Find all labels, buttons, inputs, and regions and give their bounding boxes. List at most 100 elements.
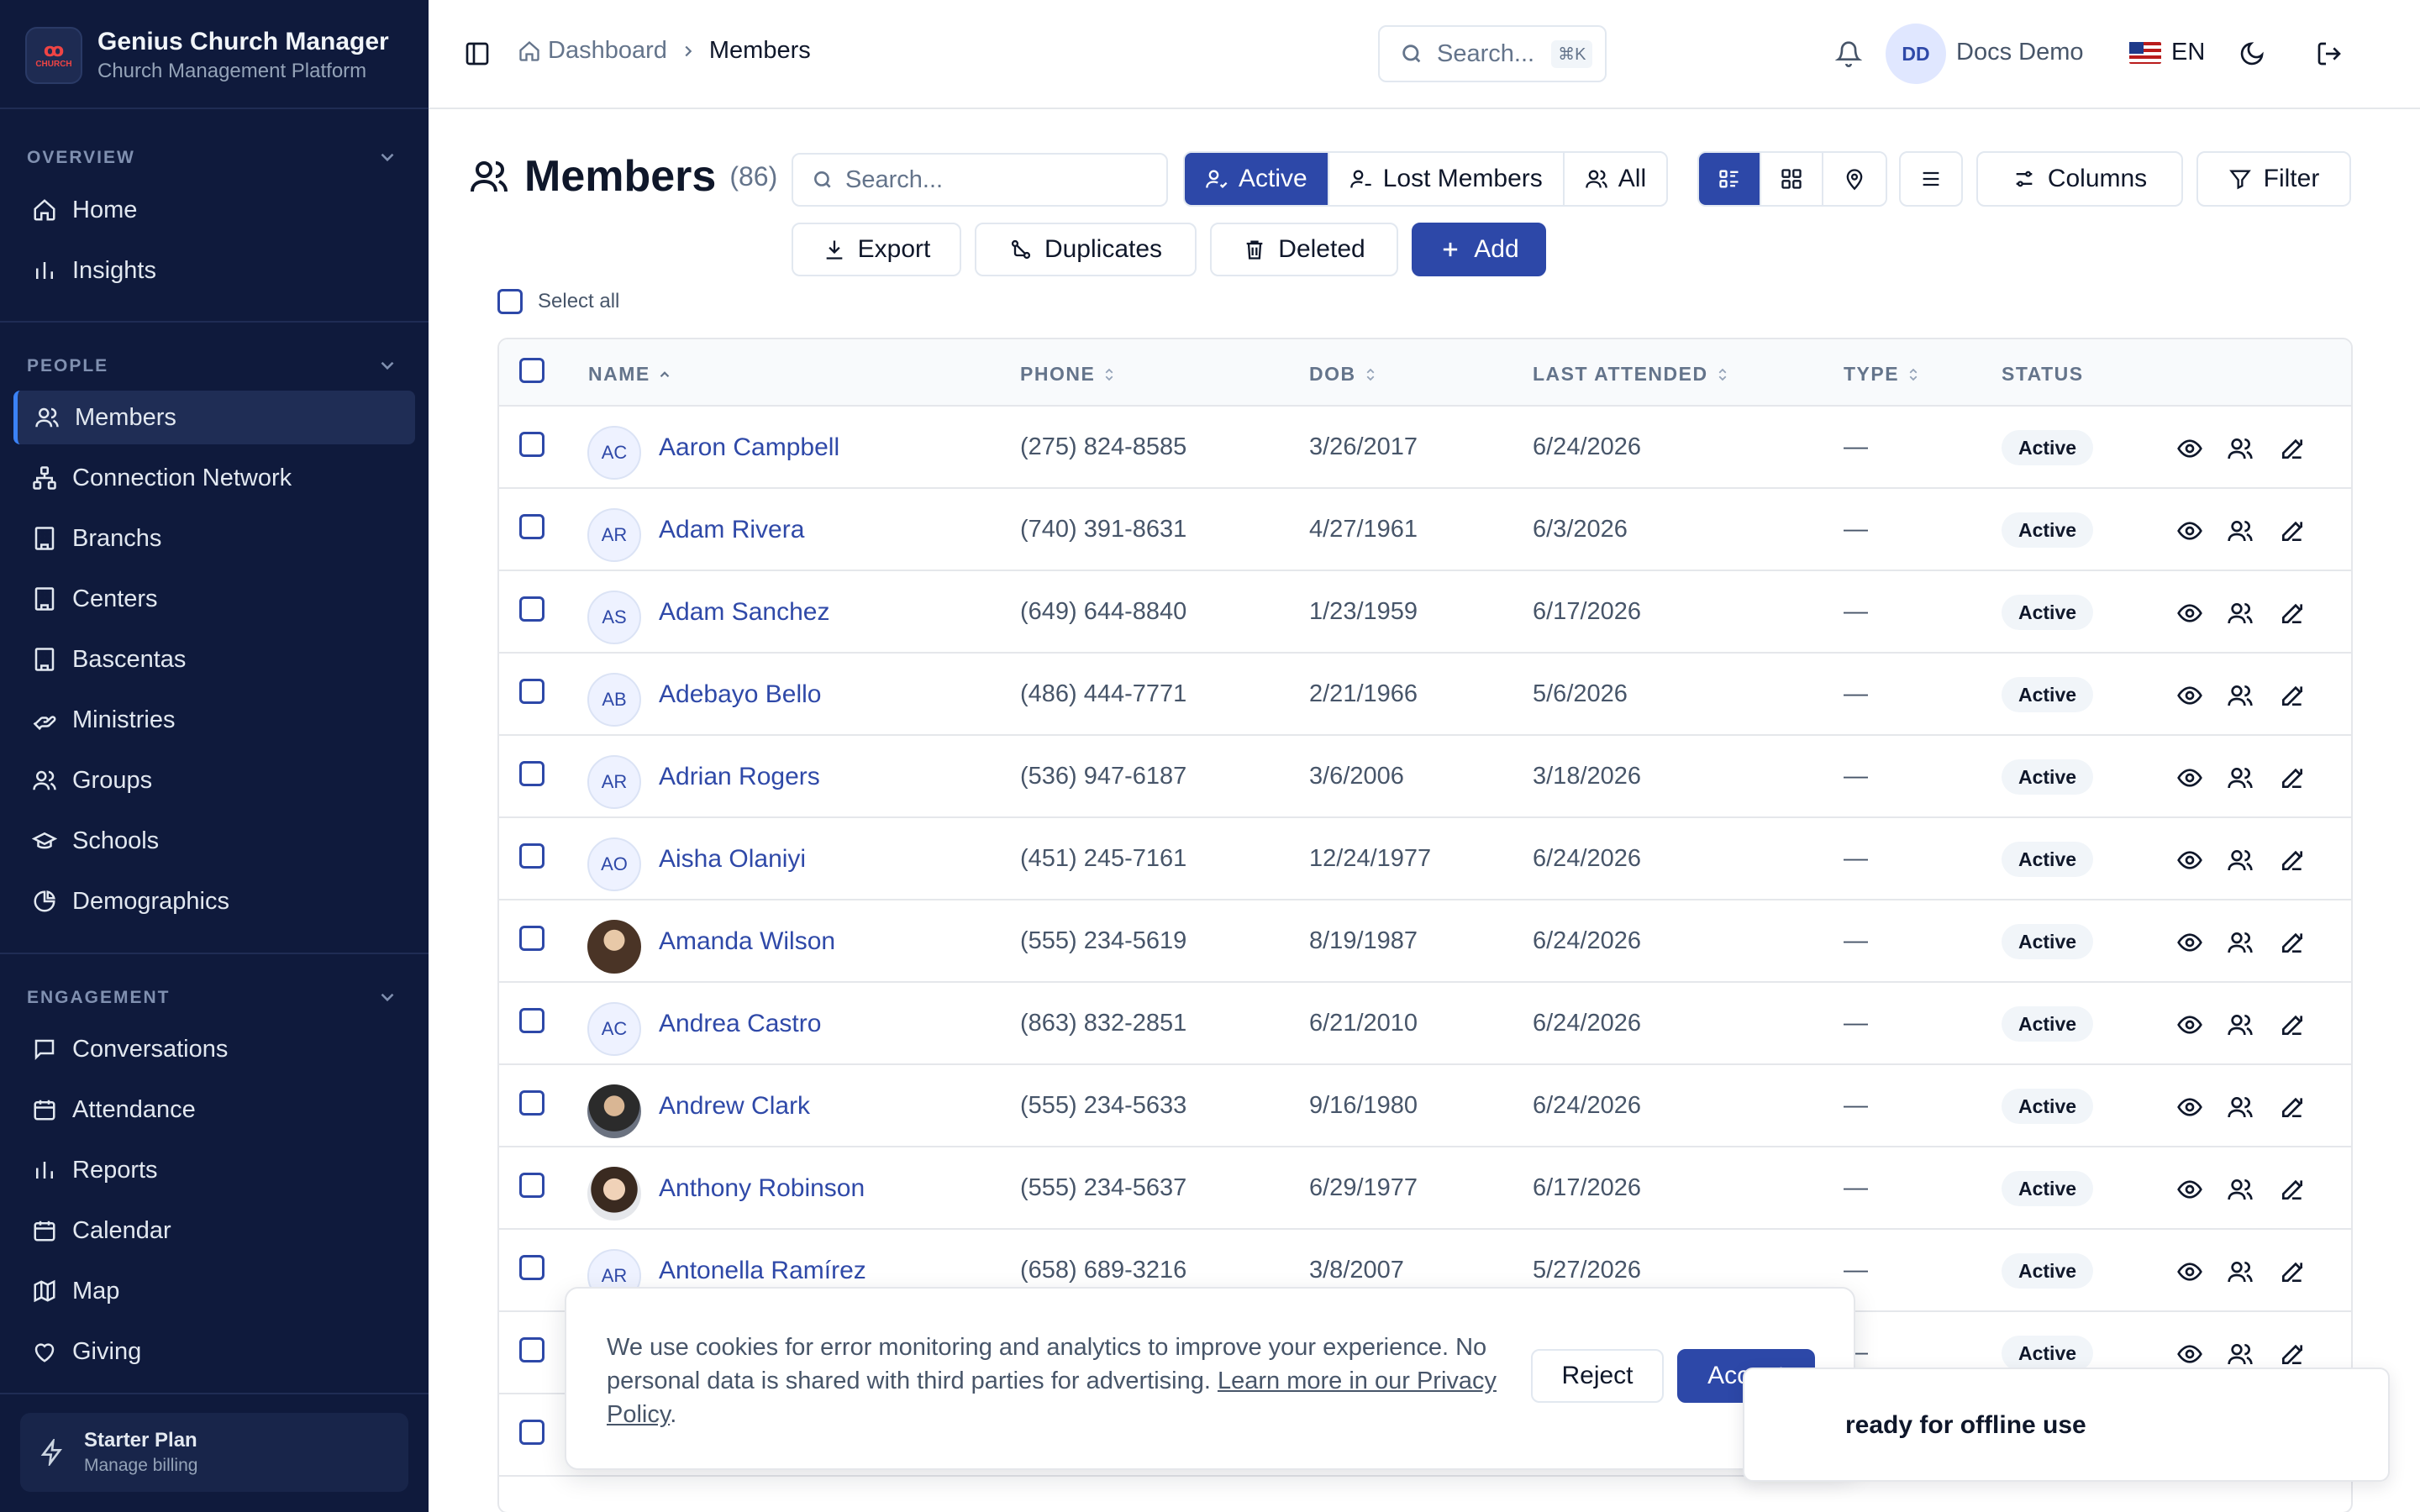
family-icon[interactable] — [2227, 1176, 2254, 1203]
language-selector[interactable]: EN — [2129, 39, 2205, 66]
row-checkbox[interactable] — [519, 514, 544, 539]
table-row[interactable]: Anthony Robinson (555) 234-5637 6/29/1977 6… — [499, 1147, 2351, 1230]
list-view-button[interactable] — [1699, 153, 1761, 205]
member-name-link[interactable]: Amanda Wilson — [659, 927, 835, 956]
sidebar-item-bascentas[interactable]: Bascentas — [13, 633, 415, 686]
sidebar-item-centers[interactable]: Centers — [13, 572, 415, 626]
chevron-down-icon[interactable] — [376, 354, 398, 376]
select-all[interactable]: Select all — [497, 289, 619, 314]
chevron-down-icon[interactable] — [376, 146, 398, 168]
sidebar-item-branchs[interactable]: Branchs — [13, 512, 415, 565]
family-icon[interactable] — [2227, 847, 2254, 874]
sidebar-item-calendar[interactable]: Calendar — [13, 1204, 415, 1257]
sidebar-item-members[interactable]: Members — [13, 391, 415, 444]
row-checkbox[interactable] — [519, 596, 544, 622]
view-icon[interactable] — [2176, 1258, 2203, 1285]
view-icon[interactable] — [2176, 682, 2203, 709]
row-checkbox[interactable] — [519, 926, 544, 951]
column-header-last-attended[interactable]: LAST ATTENDED — [1533, 363, 1730, 386]
filter-lost-members-button[interactable]: Lost Members — [1328, 153, 1565, 205]
member-name-link[interactable]: Adrian Rogers — [659, 763, 820, 791]
row-checkbox[interactable] — [519, 1420, 544, 1445]
row-checkbox[interactable] — [519, 1173, 544, 1198]
table-row[interactable]: AS Adam Sanchez (649) 644-8840 1/23/1959 6/1… — [499, 571, 2351, 654]
edit-icon[interactable] — [2279, 1341, 2306, 1368]
family-icon[interactable] — [2227, 764, 2254, 791]
sidebar-item-conversations[interactable]: Conversations — [13, 1022, 415, 1076]
table-row[interactable]: Andrew Clark (555) 234-5633 9/16/1980 6/24/… — [499, 1065, 2351, 1147]
family-icon[interactable] — [2227, 517, 2254, 544]
member-name-link[interactable]: Adebayo Bello — [659, 680, 821, 709]
edit-icon[interactable] — [2279, 1011, 2306, 1038]
global-search-button[interactable]: Search... ⌘K — [1378, 25, 1607, 82]
density-button[interactable] — [1899, 151, 1963, 207]
family-icon[interactable] — [2227, 600, 2254, 627]
column-header-name[interactable]: NAME — [588, 363, 672, 386]
member-name-link[interactable]: Antonella Ramírez — [659, 1257, 866, 1285]
family-icon[interactable] — [2227, 1011, 2254, 1038]
table-row[interactable]: AC Andrea Castro (863) 832-2851 6/21/2010 6/… — [499, 983, 2351, 1065]
view-icon[interactable] — [2176, 847, 2203, 874]
table-row[interactable]: AB Adebayo Bello (486) 444-7771 2/21/1966 5/… — [499, 654, 2351, 736]
column-header-type[interactable]: TYPE — [1844, 363, 1921, 386]
add-member-button[interactable]: Add — [1412, 223, 1546, 276]
table-row[interactable]: Amanda Wilson (555) 234-5619 8/19/1987 6/24… — [499, 900, 2351, 983]
column-header-phone[interactable]: PHONE — [1020, 363, 1117, 386]
member-search-input[interactable] — [845, 165, 1148, 194]
view-icon[interactable] — [2176, 1094, 2203, 1121]
sidebar-item-ministries[interactable]: Ministries — [13, 693, 415, 747]
edit-icon[interactable] — [2279, 517, 2306, 544]
sidebar-item-attendance[interactable]: Attendance — [13, 1083, 415, 1137]
filter-all-button[interactable]: All — [1564, 153, 1667, 205]
edit-icon[interactable] — [2279, 1258, 2306, 1285]
table-row[interactable]: AR Adrian Rogers (536) 947-6187 3/6/2006 3/1… — [499, 736, 2351, 818]
grid-view-button[interactable] — [1761, 153, 1823, 205]
sidebar-item-groups[interactable]: Groups — [13, 753, 415, 807]
column-header-dob[interactable]: DOB — [1309, 363, 1378, 386]
family-icon[interactable] — [2227, 929, 2254, 956]
row-checkbox[interactable] — [519, 1090, 544, 1116]
header-checkbox[interactable] — [519, 358, 544, 383]
edit-icon[interactable] — [2279, 1176, 2306, 1203]
edit-icon[interactable] — [2279, 929, 2306, 956]
view-icon[interactable] — [2176, 435, 2203, 462]
row-checkbox[interactable] — [519, 843, 544, 869]
family-icon[interactable] — [2227, 682, 2254, 709]
view-icon[interactable] — [2176, 1341, 2203, 1368]
member-search[interactable] — [792, 153, 1168, 207]
sidebar-toggle-icon[interactable] — [464, 40, 491, 67]
row-checkbox[interactable] — [519, 1337, 544, 1362]
moon-icon[interactable] — [2238, 40, 2265, 67]
family-icon[interactable] — [2227, 1094, 2254, 1121]
table-row[interactable]: AC Aaron Campbell (275) 824-8585 3/26/2017 6… — [499, 407, 2351, 489]
row-checkbox[interactable] — [519, 432, 544, 457]
family-icon[interactable] — [2227, 1258, 2254, 1285]
deleted-button[interactable]: Deleted — [1210, 223, 1398, 276]
sidebar-item-map[interactable]: Map — [13, 1264, 415, 1318]
view-icon[interactable] — [2176, 929, 2203, 956]
edit-icon[interactable] — [2279, 600, 2306, 627]
sidebar-item-insights[interactable]: Insights — [13, 244, 415, 297]
view-icon[interactable] — [2176, 1176, 2203, 1203]
sidebar-item-demographics[interactable]: Demographics — [13, 874, 415, 928]
family-icon[interactable] — [2227, 1341, 2254, 1368]
duplicates-button[interactable]: Duplicates — [975, 223, 1197, 276]
member-name-link[interactable]: Aisha Olaniyi — [659, 845, 806, 874]
reject-cookies-button[interactable]: Reject — [1531, 1349, 1664, 1403]
bell-icon[interactable] — [1835, 40, 1862, 67]
sidebar-item-reports[interactable]: Reports — [13, 1143, 415, 1197]
member-name-link[interactable]: Anthony Robinson — [659, 1174, 865, 1203]
view-icon[interactable] — [2176, 1011, 2203, 1038]
breadcrumb-dashboard[interactable]: Dashboard — [518, 37, 667, 65]
filter-active-button[interactable]: Active — [1185, 153, 1329, 205]
edit-icon[interactable] — [2279, 764, 2306, 791]
edit-icon[interactable] — [2279, 435, 2306, 462]
member-name-link[interactable]: Andrea Castro — [659, 1010, 821, 1038]
edit-icon[interactable] — [2279, 1094, 2306, 1121]
edit-icon[interactable] — [2279, 847, 2306, 874]
family-icon[interactable] — [2227, 435, 2254, 462]
edit-icon[interactable] — [2279, 682, 2306, 709]
sidebar-item-home[interactable]: Home — [13, 183, 415, 237]
row-checkbox[interactable] — [519, 1255, 544, 1280]
brand[interactable]: ꝏ CHURCH Genius Church Manager Church Ma… — [25, 25, 412, 86]
